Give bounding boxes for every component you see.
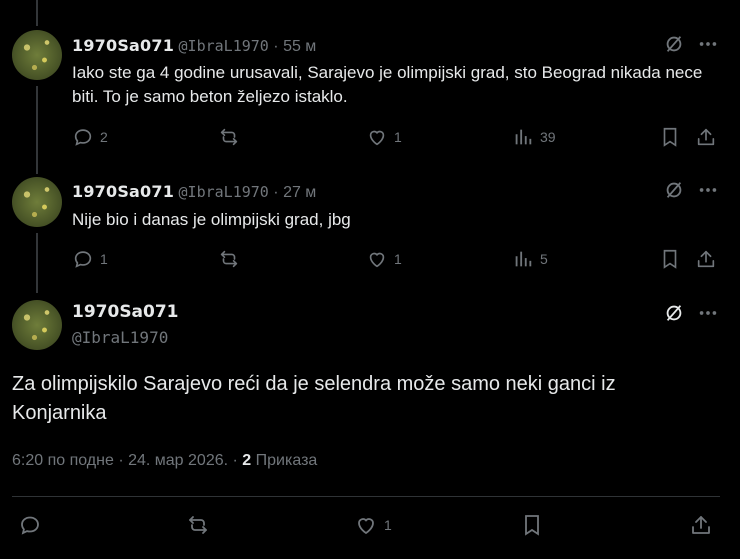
separator-dot: · <box>232 452 238 469</box>
separator-dot: · <box>273 38 279 55</box>
share-upload-icon <box>692 516 710 534</box>
reply-button[interactable] <box>18 513 42 537</box>
repost-button[interactable] <box>186 513 210 537</box>
reply-bubble-icon <box>74 251 92 268</box>
tweet-header: 1970Sa071 @IbraL1970 · 27 м <box>72 182 316 202</box>
repost-button[interactable] <box>218 247 240 271</box>
tweet-time[interactable]: 55 м <box>283 38 316 55</box>
thread-line-middle <box>36 86 38 174</box>
like-button[interactable]: 1 <box>366 125 402 149</box>
reply-count: 2 <box>100 129 108 145</box>
share-button[interactable] <box>695 125 717 149</box>
view-count: 39 <box>540 129 556 145</box>
bookmark-button[interactable] <box>659 247 681 271</box>
reply-count: 1 <box>100 251 108 267</box>
like-button[interactable]: 1 <box>366 247 402 271</box>
thread-line-top <box>36 0 38 26</box>
tweet-actions: 2 1 39 <box>72 125 722 149</box>
grok-slash-circle-icon[interactable] <box>663 33 685 55</box>
views-count: 2 <box>242 452 252 469</box>
tweet-text: Nije bio i danas je olimpijski grad, jbg <box>72 210 351 229</box>
avatar[interactable] <box>12 300 62 350</box>
more-dots-icon[interactable] <box>697 33 719 55</box>
heart-icon <box>369 252 385 268</box>
repost-button[interactable] <box>218 125 240 149</box>
bookmark-icon <box>663 127 677 147</box>
user-handle[interactable]: @IbraL1970 <box>179 183 269 201</box>
views-label: Приказа <box>255 452 318 469</box>
avatar[interactable] <box>12 177 62 227</box>
tweet-text: Iako ste ga 4 godine urusavali, Sarajevo… <box>72 63 703 106</box>
bookmark-icon <box>525 515 539 536</box>
more-dots-icon[interactable] <box>697 302 719 324</box>
heart-icon <box>369 130 385 146</box>
like-button[interactable]: 1 <box>354 513 392 537</box>
like-count: 1 <box>394 251 402 267</box>
share-button[interactable] <box>689 513 713 537</box>
reply-button[interactable]: 2 <box>72 125 108 149</box>
heart-icon <box>358 518 374 535</box>
grok-slash-circle-icon[interactable] <box>663 179 685 201</box>
like-count: 1 <box>384 517 392 533</box>
display-name[interactable]: 1970Sa071 <box>72 302 179 322</box>
display-name[interactable]: 1970Sa071 <box>72 36 174 55</box>
tweet-actions: 1 1 5 <box>72 247 722 271</box>
reply-button[interactable]: 1 <box>72 247 108 271</box>
share-upload-icon <box>697 250 715 268</box>
avatar[interactable] <box>12 30 62 80</box>
main-tweet-actions: 1 <box>12 513 720 539</box>
reply-bubble-icon <box>74 129 92 146</box>
repost-arrows-icon <box>220 128 238 146</box>
tweet-meta: 6:20 по подне · 24. мар 2026. · 2 Приказ… <box>12 452 317 470</box>
tweet-timestamp[interactable]: 6:20 по подне · 24. мар 2026. <box>12 452 228 469</box>
repost-arrows-icon <box>220 250 238 268</box>
views-button[interactable]: 39 <box>512 125 556 149</box>
user-handle[interactable]: @IbraL1970 <box>72 328 168 347</box>
tweet-header: 1970Sa071 @IbraL1970 · 55 м <box>72 36 316 56</box>
bookmark-icon <box>663 249 677 269</box>
repost-arrows-icon <box>189 516 207 534</box>
bar-chart-icon <box>515 251 532 267</box>
bar-chart-icon <box>515 129 532 145</box>
share-button[interactable] <box>695 247 717 271</box>
separator-dot: · <box>273 184 279 201</box>
share-upload-icon <box>697 128 715 146</box>
views-button[interactable]: 5 <box>512 247 548 271</box>
bookmark-button[interactable] <box>659 125 681 149</box>
more-dots-icon[interactable] <box>697 179 719 201</box>
view-count: 5 <box>540 251 548 267</box>
tweet-time[interactable]: 27 м <box>283 184 316 201</box>
divider <box>12 496 720 497</box>
display-name[interactable]: 1970Sa071 <box>72 182 174 201</box>
like-count: 1 <box>394 129 402 145</box>
bookmark-button[interactable] <box>520 513 544 537</box>
grok-slash-circle-icon[interactable] <box>663 302 685 324</box>
reply-bubble-icon <box>21 516 39 535</box>
user-handle[interactable]: @IbraL1970 <box>179 37 269 55</box>
thread-line-lower <box>36 233 38 293</box>
tweet-text: Za olimpijskilo Sarajevo reći da je sele… <box>12 373 616 424</box>
